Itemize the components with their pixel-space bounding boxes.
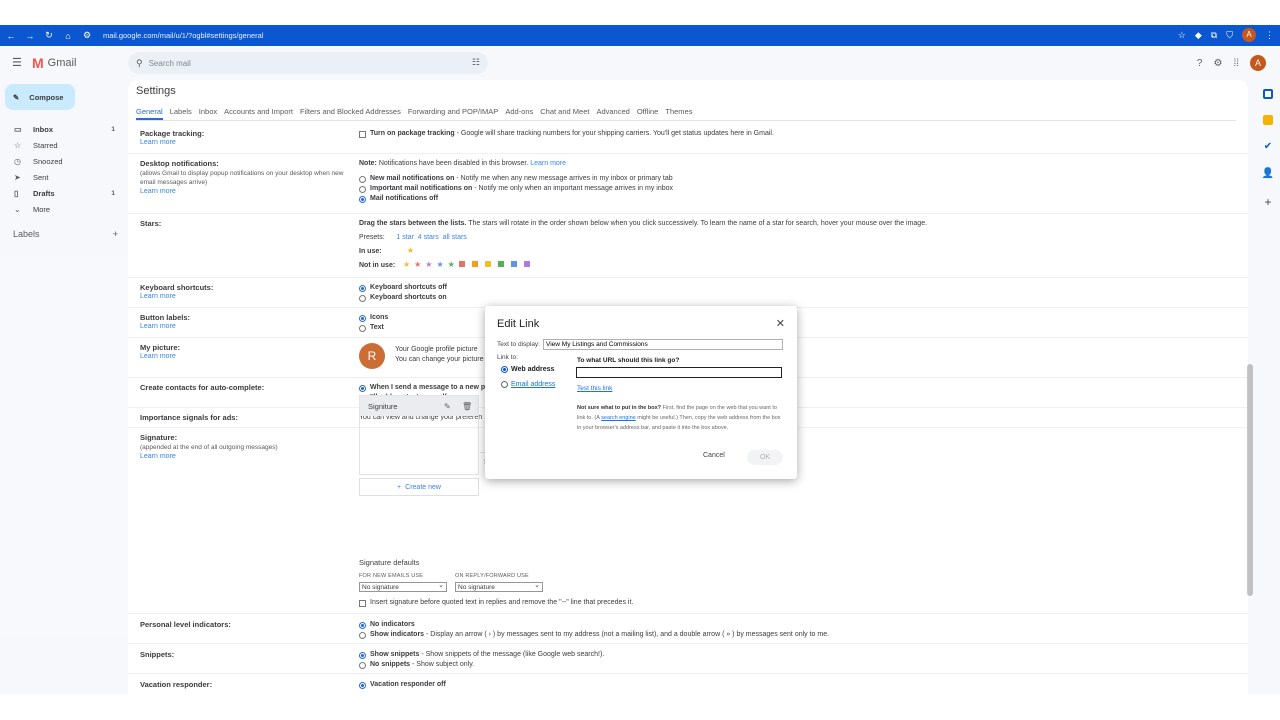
keep-icon[interactable] (1263, 115, 1273, 125)
edit-link-dialog: Edit Link ✕ Text to display: Link to: We… (485, 306, 797, 479)
cancel-button[interactable]: Cancel (703, 452, 725, 459)
browser-profile-avatar[interactable]: A (1242, 28, 1256, 42)
link-to-label: Link to: (497, 354, 518, 361)
bookmark-star-icon[interactable]: ☆ (1178, 30, 1186, 41)
help-bold: Not sure what to put in the box? (577, 405, 662, 411)
web-address-option[interactable]: Web address (501, 366, 554, 373)
text-to-display-label: Text to display: (497, 341, 540, 348)
back-icon[interactable]: ← (3, 31, 19, 41)
account-avatar[interactable]: A (1250, 55, 1266, 71)
text-to-display-row: Text to display: (497, 339, 783, 350)
tasks-icon[interactable]: ✔ (1264, 141, 1272, 152)
text-to-display-input[interactable] (543, 339, 783, 350)
web-address-label: Web address (511, 366, 555, 373)
search-engine-link[interactable]: search engine (601, 415, 636, 421)
web-address-radio[interactable] (501, 366, 508, 373)
bottom-margin (0, 694, 1280, 720)
reload-icon[interactable]: ↻ (41, 30, 57, 41)
extensions-puzzle-icon[interactable]: ⧉ (1211, 30, 1217, 41)
calendar-icon[interactable] (1263, 89, 1273, 99)
test-link[interactable]: Test this link (577, 385, 612, 392)
forward-icon[interactable]: → (22, 31, 38, 41)
email-address-label: Email address (511, 381, 556, 388)
shield-icon[interactable]: ⛉ (1226, 30, 1233, 41)
close-icon[interactable]: ✕ (776, 317, 785, 330)
side-panel-rail: ✔ 👤 + (1256, 86, 1280, 209)
email-address-option[interactable]: Email address (501, 381, 555, 388)
email-address-radio[interactable] (501, 381, 508, 388)
url-help-text: Not sure what to put in the box? First, … (577, 403, 783, 433)
url-input[interactable] (576, 367, 782, 378)
home-icon[interactable]: ⌂ (60, 31, 76, 41)
contacts-icon[interactable]: 👤 (1262, 168, 1274, 179)
ok-button[interactable]: OK (747, 450, 783, 465)
top-margin (0, 0, 1280, 25)
address-bar[interactable]: mail.google.com/mail/u/1/?ogbl#settings/… (103, 31, 264, 40)
dialog-title: Edit Link (497, 318, 540, 330)
extension-icon[interactable]: ◆ (1195, 30, 1202, 41)
browser-toolbar: ← → ↻ ⌂ ⚙ mail.google.com/mail/u/1/?ogbl… (0, 25, 1280, 46)
browser-menu-icon[interactable]: ⋮ (1265, 30, 1274, 41)
site-info-icon[interactable]: ⚙ (79, 30, 95, 41)
url-question: To what URL should this link go? (577, 357, 680, 364)
add-addon-icon[interactable]: + (1264, 195, 1271, 209)
